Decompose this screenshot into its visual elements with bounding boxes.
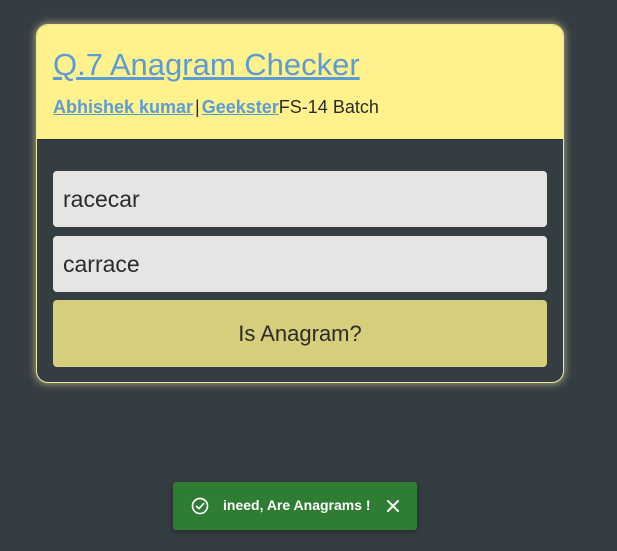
is-anagram-button[interactable]: Is Anagram? <box>53 300 547 367</box>
byline: Abhishek kumar | GeeksterFS-14 Batch <box>53 97 379 118</box>
byline-separator: | <box>195 97 200 117</box>
second-word-input[interactable]: carrace <box>53 236 547 292</box>
page-title[interactable]: Q.7 Anagram Checker <box>53 47 360 83</box>
batch-label: FS-14 Batch <box>278 97 379 117</box>
card-header: Q.7 Anagram Checker Abhishek kumar | Geeks… <box>37 25 563 140</box>
geekster-link[interactable]: Geekster <box>202 97 279 117</box>
success-toast: ineed, Are Anagrams ! <box>173 482 417 530</box>
close-icon[interactable] <box>386 499 400 513</box>
author-link[interactable]: Abhishek kumar <box>53 97 193 117</box>
first-word-input[interactable]: racecar <box>53 171 547 227</box>
toast-message: ineed, Are Anagrams ! <box>223 497 371 513</box>
check-circle-icon <box>191 497 209 515</box>
anagram-card: Q.7 Anagram Checker Abhishek kumar | Geeks… <box>36 24 564 383</box>
